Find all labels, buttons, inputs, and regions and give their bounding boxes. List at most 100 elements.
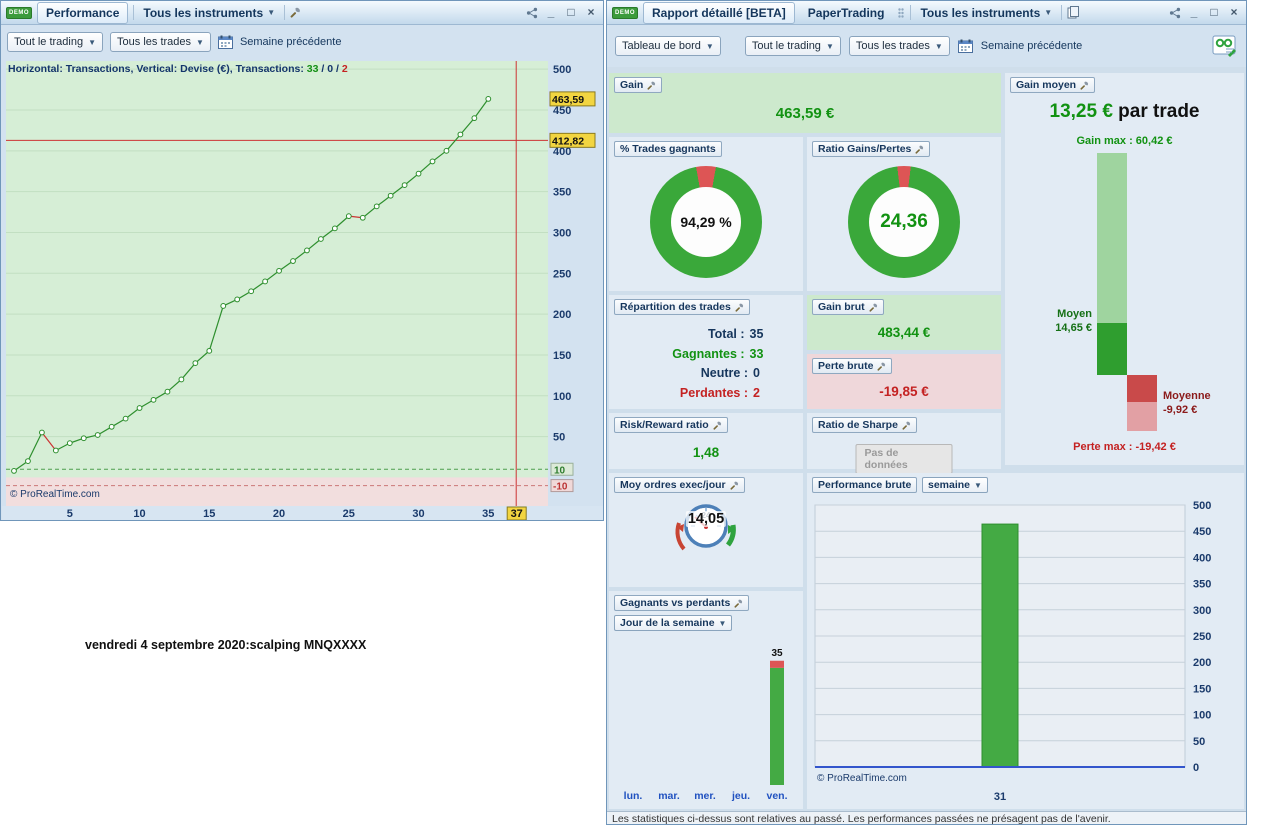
gain-loss-ratio-header[interactable]: Ratio Gains/Pertes	[812, 141, 931, 157]
svg-text:10: 10	[554, 465, 566, 476]
period-granularity-label: semaine	[928, 479, 971, 491]
trade-breakdown-list: Total :35 Gagnantes :33 Neutre :0 Perdan…	[609, 325, 803, 403]
trading-filter-dropdown[interactable]: Tout le trading ▼	[744, 36, 841, 56]
svg-text:412,82: 412,82	[552, 135, 584, 147]
dashboard-view-dropdown[interactable]: Tableau de bord ▼	[615, 36, 721, 56]
winners-losers-chart[interactable]: lun. mar. mer. jeu. 35 ven.	[611, 637, 801, 807]
total-row: Total :35	[707, 327, 764, 341]
risk-reward-panel: Risk/Reward ratio 1,48	[609, 413, 803, 469]
gain-panel-title: Gain	[620, 79, 644, 91]
win-rate-panel: % Trades gagnants 94,29 %	[609, 137, 803, 291]
minimize-button[interactable]: _	[544, 5, 558, 20]
svg-text:150: 150	[553, 350, 571, 362]
minimize-button[interactable]: _	[1187, 5, 1201, 20]
moyenne-label: Moyenne -9,92 €	[1163, 390, 1211, 416]
svg-text:450: 450	[553, 105, 571, 117]
svg-text:463,59: 463,59	[552, 94, 584, 106]
svg-text:10: 10	[133, 508, 145, 520]
close-button[interactable]: ×	[584, 5, 598, 20]
grip-icon[interactable]	[897, 7, 905, 19]
trade-breakdown-title: Répartition des trades	[620, 301, 731, 313]
svg-text:37: 37	[511, 508, 523, 520]
copyright: © ProRealTime.com	[817, 773, 907, 784]
wrench-icon[interactable]	[290, 7, 301, 18]
chevron-down-icon: ▼	[705, 41, 714, 51]
svg-text:mar.: mar.	[658, 790, 680, 802]
gain-panel-header[interactable]: Gain	[614, 77, 663, 93]
period-granularity-dropdown[interactable]: semaine ▼	[922, 477, 988, 493]
trades-filter-dropdown[interactable]: Tous les trades ▼	[110, 32, 211, 52]
instruments-dropdown[interactable]: Tous les instruments ▼	[916, 4, 1056, 22]
trading-filter-dropdown[interactable]: Tout le trading ▼	[7, 32, 104, 52]
day-of-week-label: Jour de la semaine	[620, 617, 715, 629]
instruments-dropdown-label: Tous les instruments	[920, 5, 1041, 20]
trades-filter-dropdown[interactable]: Tous les trades ▼	[848, 36, 950, 56]
wins-row: Gagnantes :33	[672, 346, 764, 361]
tab-performance[interactable]: Performance	[37, 1, 129, 24]
gain-moyen-header[interactable]: Gain moyen	[1010, 77, 1096, 93]
tab-papertrading[interactable]: PaperTrading	[800, 3, 893, 23]
gross-performance-chart[interactable]: 500 450 400 350 300 250 200 150 100 50 0 31	[809, 497, 1242, 809]
svg-text:ven.: ven.	[766, 790, 787, 802]
gross-loss-title: Perte brute	[818, 360, 874, 372]
instruments-dropdown[interactable]: Tous les instruments ▼	[139, 4, 279, 22]
demo-badge: DEMO	[6, 6, 32, 19]
close-button[interactable]: ×	[1227, 5, 1241, 20]
svg-text:100: 100	[553, 391, 571, 403]
gain-moyen-value: 13,25 € par trade	[1049, 101, 1200, 122]
svg-text:mer.: mer.	[694, 790, 716, 802]
share-icon[interactable]	[1169, 7, 1181, 19]
dashboard-view-label: Tableau de bord	[622, 40, 701, 52]
svg-text:350: 350	[1193, 579, 1211, 591]
chevron-down-icon: ▼	[718, 618, 727, 628]
perte-max-label: Perte max : -19,42 €	[1073, 441, 1176, 453]
avg-loss-bar	[1127, 375, 1157, 402]
gain-loss-ratio-panel: Ratio Gains/Pertes 24,36	[807, 137, 1001, 291]
calendar-icon[interactable]	[217, 35, 233, 49]
maximize-button[interactable]: □	[1207, 5, 1221, 20]
svg-text:-10: -10	[553, 482, 568, 493]
equity-chart[interactable]: 500 450 400 350 300 250 200 150 100 50 5 10 15 20 25 30…	[2, 59, 603, 521]
gross-gain-header[interactable]: Gain brut	[812, 299, 884, 315]
customize-dashboard-icon[interactable]	[1212, 35, 1238, 57]
tab-rapport-detaille[interactable]: Rapport détaillé [BETA]	[643, 1, 795, 24]
wrench-icon	[734, 599, 743, 608]
trade-breakdown-header[interactable]: Répartition des trades	[614, 299, 750, 315]
sharpe-title: Ratio de Sharpe	[818, 419, 898, 431]
maximize-button[interactable]: □	[564, 5, 578, 20]
calendar-icon[interactable]	[957, 39, 973, 53]
share-icon[interactable]	[526, 7, 538, 19]
separator	[1061, 5, 1063, 20]
svg-text:250: 250	[553, 268, 571, 280]
svg-text:500: 500	[1193, 500, 1211, 512]
gross-gain-panel: Gain brut 483,44 €	[807, 295, 1001, 350]
trade-breakdown-panel: Répartition des trades Total :35 Gagnant…	[609, 295, 803, 409]
day-of-week-dropdown[interactable]: Jour de la semaine ▼	[614, 615, 733, 631]
winners-losers-panel: Gagnants vs perdants Jour de la semaine ▼…	[609, 591, 803, 809]
losses-row: Perdantes :2	[679, 385, 760, 400]
risk-reward-header[interactable]: Risk/Reward ratio	[614, 417, 728, 433]
clipboard-icon[interactable]	[1067, 6, 1080, 19]
gain-panel: Gain 463,59 €	[609, 73, 1001, 133]
wrench-icon	[713, 421, 721, 430]
wrench-icon	[730, 481, 738, 490]
report-window: DEMO Rapport détaillé [BETA] PaperTradin…	[606, 0, 1247, 825]
gauge-icon: 24	[671, 499, 741, 564]
sharpe-header[interactable]: Ratio de Sharpe	[812, 417, 917, 433]
svg-text:0: 0	[1193, 762, 1199, 774]
avg-orders-header[interactable]: Moy ordres exec/jour	[614, 477, 745, 493]
gross-performance-header[interactable]: Performance brute	[812, 477, 918, 493]
loss-range-bar	[1127, 402, 1157, 431]
chevron-down-icon: ▼	[267, 8, 276, 17]
gain-moyen-panel: Gain moyen 13,25 € par trade Gain max : …	[1005, 73, 1244, 465]
svg-text:35: 35	[771, 648, 783, 659]
win-rate-header[interactable]: % Trades gagnants	[614, 141, 722, 157]
chevron-down-icon: ▼	[1044, 8, 1053, 17]
gain-moyen-title: Gain moyen	[1016, 79, 1077, 91]
gross-loss-header[interactable]: Perte brute	[812, 358, 893, 374]
chart-info: Horizontal: Transactions, Vertical: Devi…	[8, 63, 348, 75]
svg-text:30: 30	[412, 508, 424, 520]
svg-text:150: 150	[1193, 683, 1211, 695]
svg-text:450: 450	[1193, 526, 1211, 538]
winners-losers-header[interactable]: Gagnants vs perdants	[614, 595, 750, 611]
